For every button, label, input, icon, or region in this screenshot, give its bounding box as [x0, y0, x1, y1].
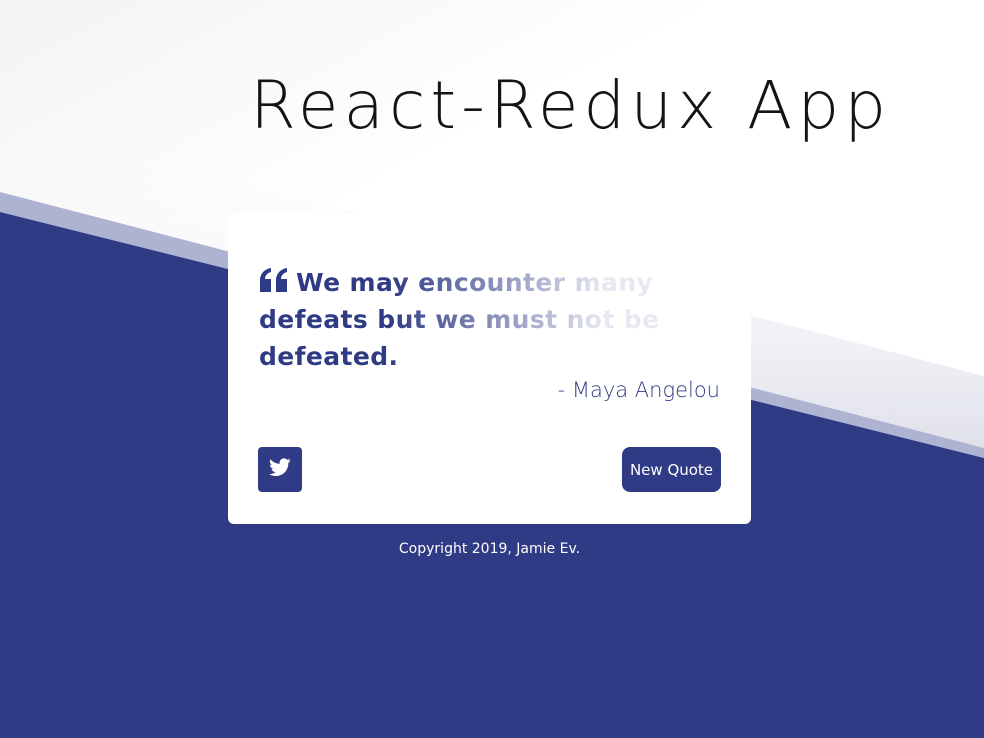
quote-line-1: We may encounter many — [296, 268, 654, 297]
app-title: React-Redux App — [250, 67, 892, 144]
quote-text: We may encounter many defeats but we mus… — [259, 264, 689, 375]
new-quote-button[interactable]: New Quote — [622, 447, 721, 492]
tweet-quote-button[interactable] — [258, 447, 302, 492]
twitter-icon — [269, 458, 291, 481]
quote-author: - Maya Angelou — [557, 378, 720, 402]
quote-line-2: defeats but we must not be — [259, 305, 660, 334]
quote-card: We may encounter many defeats but we mus… — [228, 214, 751, 524]
quote-icon — [259, 266, 289, 292]
footer-copyright: Copyright 2019, Jamie Ev. — [398, 541, 581, 557]
quote-line-3: defeated. — [259, 342, 399, 371]
